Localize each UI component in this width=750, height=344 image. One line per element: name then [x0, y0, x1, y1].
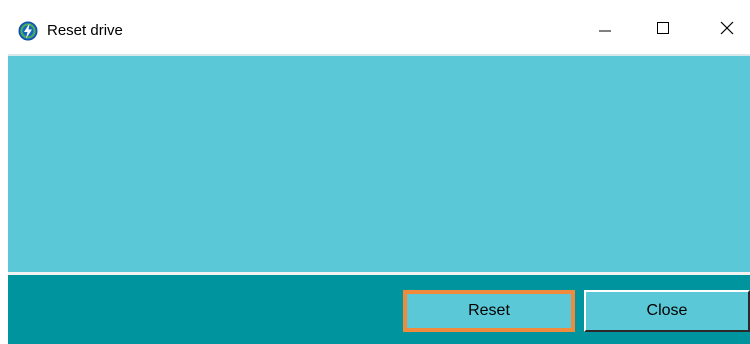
- minimize-button[interactable]: [582, 12, 628, 48]
- close-window-button[interactable]: [704, 12, 750, 48]
- minimize-icon: [598, 21, 612, 40]
- lightning-bolt-icon: [18, 21, 38, 41]
- reset-button[interactable]: Reset: [403, 290, 575, 332]
- reset-drive-window: Reset drive Reset Close: [0, 0, 750, 344]
- window-title: Reset drive: [47, 22, 123, 39]
- close-button[interactable]: Close: [584, 290, 750, 332]
- maximize-button[interactable]: [640, 12, 686, 48]
- content-area: [8, 54, 750, 272]
- maximize-icon: [656, 21, 670, 40]
- close-icon: [720, 21, 734, 40]
- title-bar[interactable]: Reset drive: [0, 0, 750, 54]
